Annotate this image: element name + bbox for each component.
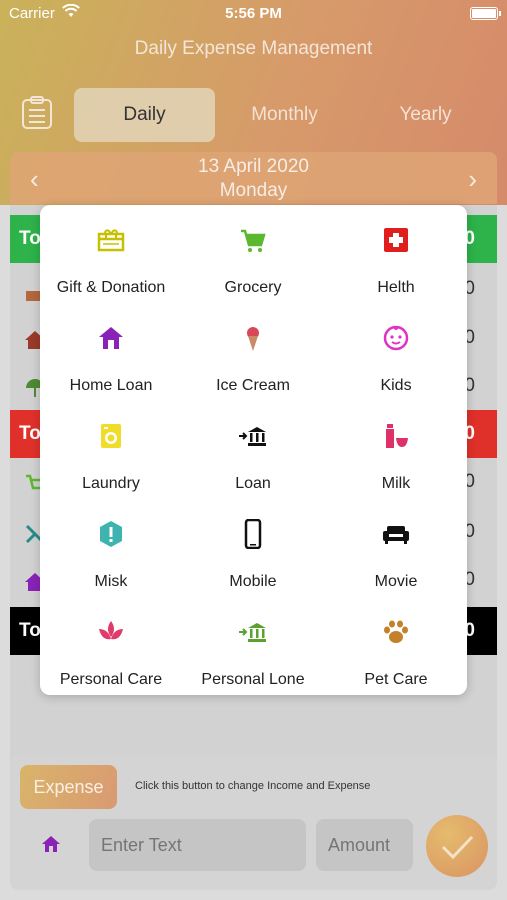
category-label: Ice Cream [216,377,290,394]
category-pet-care[interactable]: Pet Care [325,597,467,695]
milk-bottle-icon [386,424,408,448]
category-mobile[interactable]: Mobile [182,499,324,597]
category-laundry[interactable]: Laundry [40,401,182,499]
paw-icon [384,620,408,643]
category-picker: Gift & Donation Grocery Helth Home Loan [40,205,467,695]
home-icon [99,327,123,349]
ice-cream-icon [247,327,259,351]
cart-icon [241,229,266,252]
category-label: Personal Care [59,671,163,688]
category-label: Mobile [229,573,277,590]
category-misk[interactable]: Misk [40,499,182,597]
category-personal-lone[interactable]: Personal Lone [182,597,324,695]
exclamation-icon [100,521,122,547]
category-label: Pet Care [364,671,428,688]
category-kids[interactable]: Kids [325,303,467,401]
category-home-loan[interactable]: Home Loan [40,303,182,401]
category-movie[interactable]: Movie [325,499,467,597]
category-label: Loan [235,475,271,492]
category-milk[interactable]: Milk [325,401,467,499]
category-label: Home Loan [69,377,153,394]
category-label: Movie [374,573,418,590]
category-label: Helth [377,279,415,296]
bank-icon [239,427,266,446]
gift-icon [97,229,125,252]
category-grocery[interactable]: Grocery [182,205,324,303]
first-aid-icon [384,228,408,252]
category-label: Milk [381,475,411,492]
category-label: Misk [94,573,128,590]
category-label: Laundry [82,475,140,492]
category-label: Gift & Donation [56,279,166,296]
washing-machine-icon [101,424,121,448]
category-label: Personal Lone [201,671,305,688]
sofa-icon [383,526,409,544]
category-gift-donation[interactable]: Gift & Donation [40,205,182,303]
category-loan[interactable]: Loan [182,401,324,499]
category-label: Kids [380,377,412,394]
baby-face-icon [383,325,409,351]
mobile-phone-icon [244,519,262,549]
category-label: Grocery [224,279,282,296]
category-helth[interactable]: Helth [325,205,467,303]
category-personal-care[interactable]: Personal Care [40,597,182,695]
category-ice-cream[interactable]: Ice Cream [182,303,324,401]
bank-icon [239,623,266,642]
lotus-icon [99,621,123,640]
